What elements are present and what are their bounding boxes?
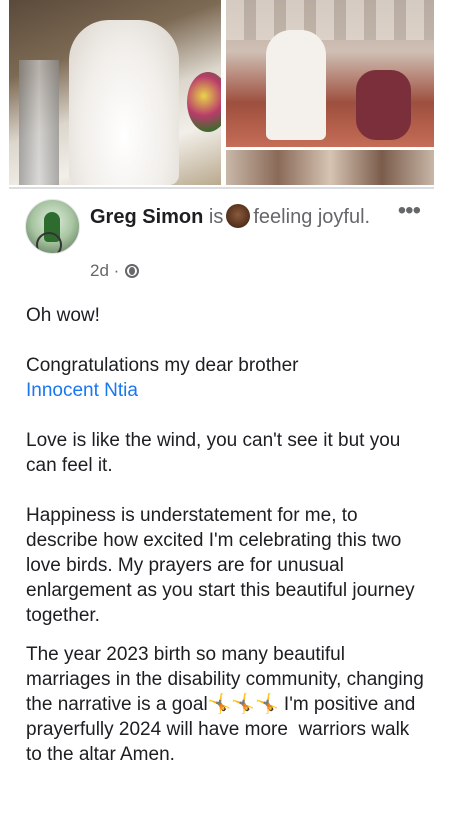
avatar-wheelchair xyxy=(36,232,62,253)
post-paragraph-1: Oh wow! xyxy=(26,305,100,326)
wedding-photo-ceremony[interactable] xyxy=(226,0,434,147)
feeling-emoji-icon xyxy=(226,204,251,228)
is-text: is xyxy=(208,206,224,228)
church-windows xyxy=(226,0,434,40)
bride-figure xyxy=(266,30,326,140)
post-paragraph-2: Congratulations my dear brother Innocent … xyxy=(26,353,426,403)
wedding-photo-guests[interactable] xyxy=(226,150,434,185)
mention-link[interactable]: Innocent Ntia xyxy=(26,380,138,401)
author-name[interactable]: Greg Simon xyxy=(90,206,203,228)
congrats-text: Congratulations my dear brother xyxy=(26,355,299,376)
post-paragraph-5: The year 2023 birth so many beautiful ma… xyxy=(26,644,430,765)
post-body: Oh wow! Congratulations my dear brother I… xyxy=(26,303,426,792)
post-paragraph-4: Happiness is understatement for me, to d… xyxy=(26,505,420,626)
avatar[interactable] xyxy=(25,199,80,254)
post-header: Greg Simon is feeling joyful. xyxy=(90,203,390,231)
post-time[interactable]: 2d · xyxy=(90,261,119,281)
feeling-text: feeling joyful. xyxy=(253,206,371,228)
post-card: Greg Simon is feeling joyful. 2d · ••• Oh… xyxy=(9,187,434,821)
stair-rail xyxy=(19,60,59,185)
bouquet xyxy=(187,72,221,132)
bride-dress xyxy=(69,20,179,185)
post-paragraph-3: Love is like the wind, you can't see it … xyxy=(26,430,406,476)
globe-icon xyxy=(125,264,140,278)
photo-grid xyxy=(0,0,474,185)
more-options-icon[interactable]: ••• xyxy=(398,197,421,225)
wedding-photo-bride[interactable] xyxy=(9,0,221,185)
post-meta: 2d · xyxy=(90,261,140,281)
groom-figure xyxy=(356,70,411,140)
